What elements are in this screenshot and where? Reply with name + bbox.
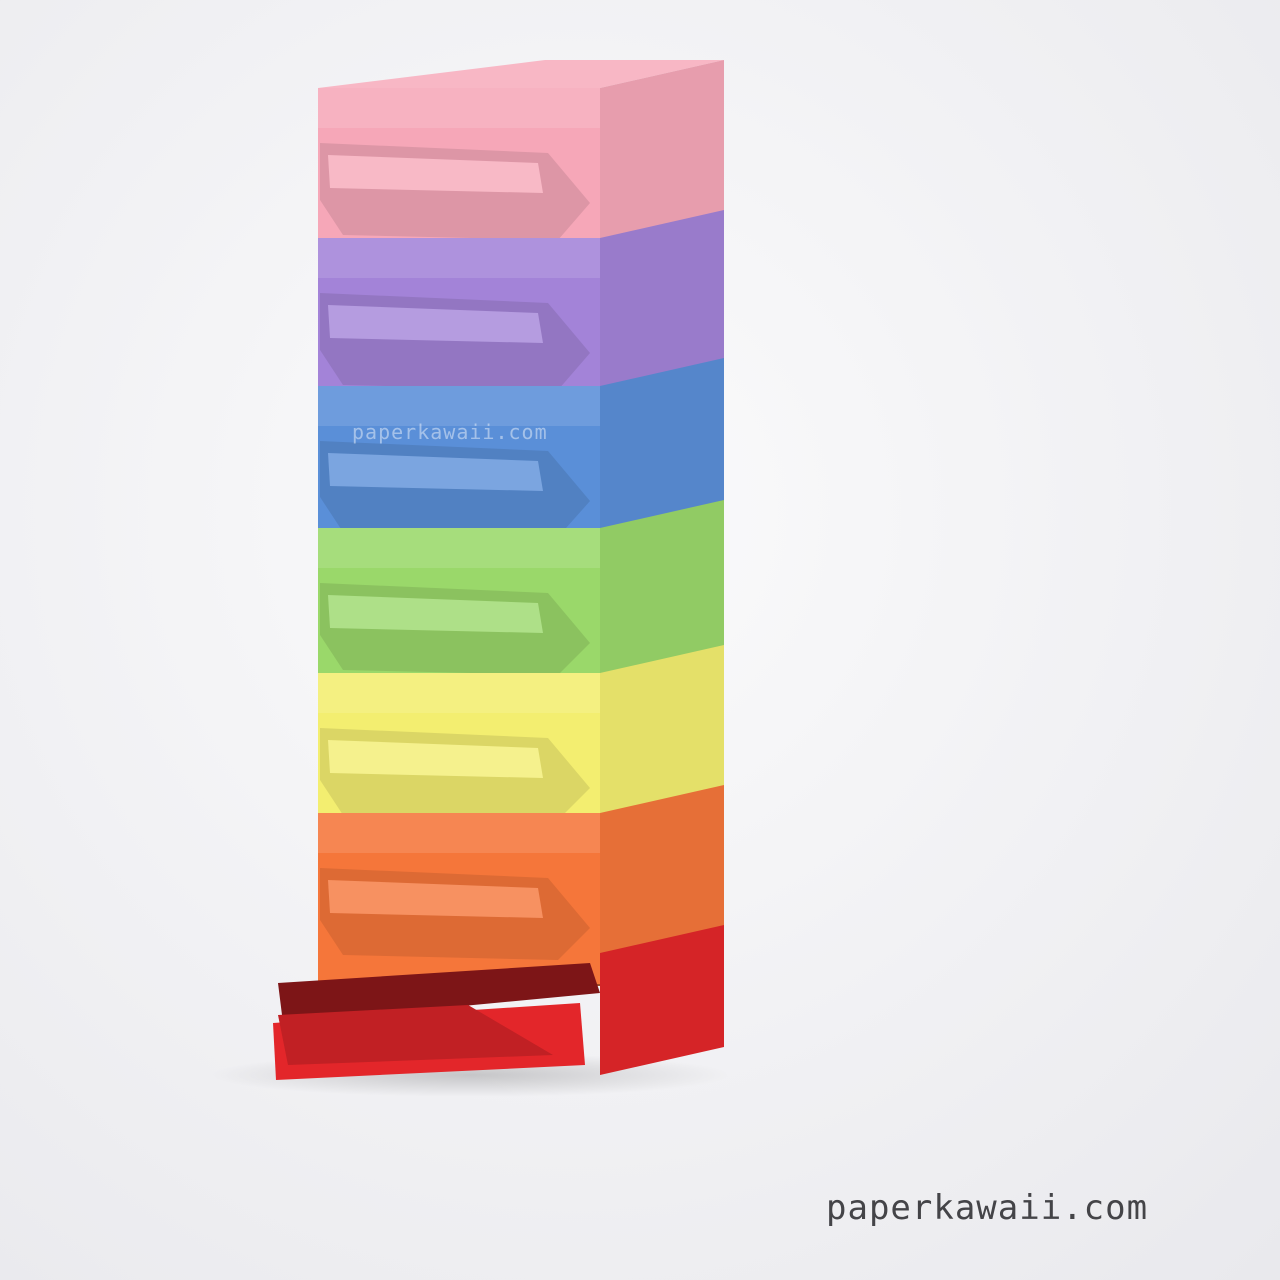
drawer-band-orange [318, 813, 600, 853]
drawer-band-purple [318, 238, 600, 278]
corner-watermark: paperkawaii.com [826, 1188, 1149, 1228]
drawer-band-pink [318, 88, 600, 128]
drawer-tower [273, 60, 724, 1080]
center-watermark: paperkawaii.com [352, 420, 548, 444]
drawer-band-yellow [318, 673, 600, 713]
photo-scene [0, 0, 1280, 1280]
drawer-band-green [318, 528, 600, 568]
